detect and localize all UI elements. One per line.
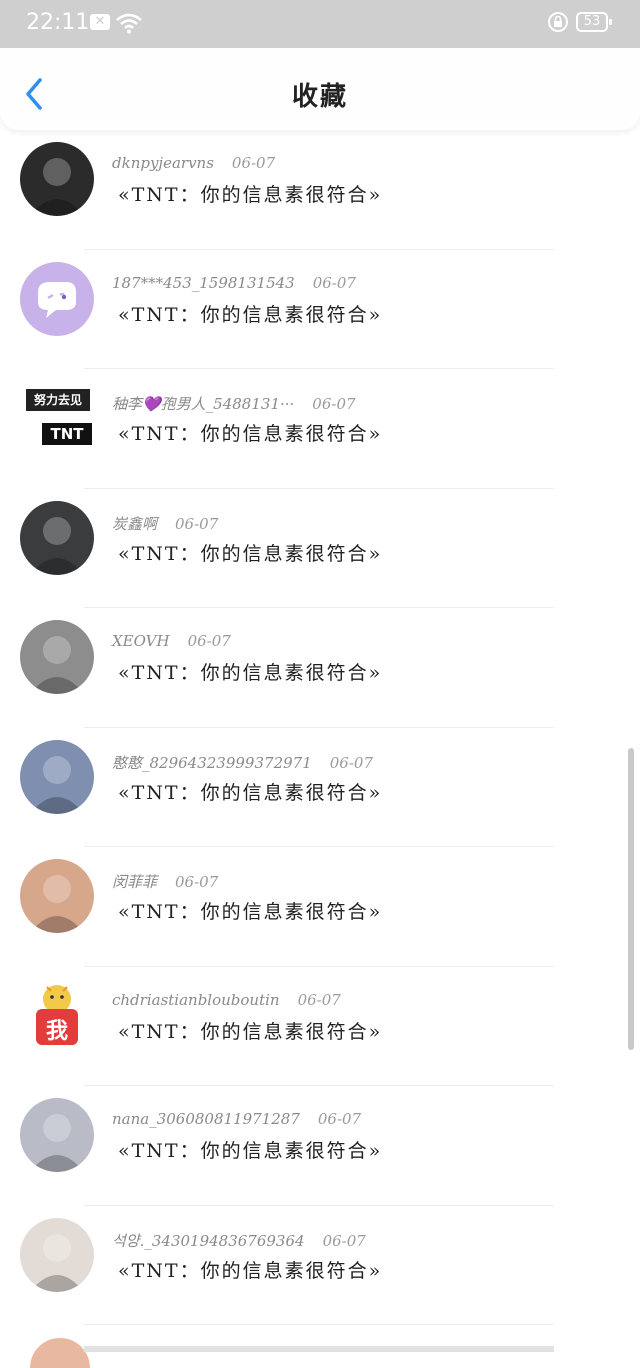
list-item-meta: 秞李💜孢男人_5488131··· 06-07: [112, 393, 356, 414]
list-item[interactable]: 炭鑫啊 06-07 «TNT：你的信息素很符合»: [0, 489, 640, 608]
favorite-content[interactable]: «TNT：你的信息素很符合»: [118, 419, 382, 446]
avatar[interactable]: [20, 739, 94, 814]
list-item-meta: nana_306080811971287 06-07: [112, 1110, 361, 1128]
avatar[interactable]: 努力去见 TNT: [20, 381, 94, 455]
list-item-meta: chdriastianblouboutin 06-07: [112, 991, 341, 1009]
avatar[interactable]: [20, 620, 94, 694]
timestamp: 06-07: [317, 1110, 362, 1128]
wifi-icon: [116, 12, 142, 38]
list-item-meta: 석양._3430194836769364 06-07: [112, 1230, 366, 1251]
list-item[interactable]: 我 chdriastianblouboutin 06-07 «TNT：你的信息素很符合…: [0, 967, 640, 1086]
username[interactable]: chdriastianblouboutin: [112, 991, 280, 1009]
list-item[interactable]: 187***453_1598131543 06-07 «TNT：你的信息素很符合»: [0, 250, 640, 369]
status-bar: 22:11 ✕ 53: [0, 0, 640, 48]
favorite-content[interactable]: «TNT：你的信息素很符合»: [118, 1256, 382, 1283]
avatar[interactable]: [20, 1098, 94, 1172]
timestamp: 06-07: [231, 154, 276, 172]
favorite-content[interactable]: «TNT：你的信息素很符合»: [118, 1017, 382, 1044]
avatar-text: 我: [45, 1018, 68, 1044]
list-item[interactable]: 努力去见 TNT 秞李💜孢男人_5488131··· 06-07 «TNT：你的信息素很…: [0, 369, 640, 489]
battery-indicator: 53: [576, 12, 612, 32]
list-item-meta: XEOVH 06-07: [112, 632, 231, 650]
avatar-text: TNT: [42, 423, 92, 445]
username[interactable]: 석양._3430194836769364: [112, 1232, 305, 1250]
avatar[interactable]: [20, 500, 94, 575]
list-item[interactable]: 闵菲菲 06-07 «TNT：你的信息素很符合»: [0, 847, 640, 967]
page-title: 收藏: [291, 82, 348, 112]
list-item[interactable]: dknpyjearvns 06-07 «TNT：你的信息素很符合»: [0, 130, 640, 250]
scrollbar[interactable]: [628, 748, 634, 1050]
notification-icon: ✕: [90, 14, 110, 30]
username[interactable]: dknpyjearvns: [112, 154, 214, 172]
lock-icon: [548, 12, 568, 36]
username[interactable]: XEOVH: [112, 632, 170, 650]
avatar-text: 努力去见: [26, 389, 90, 411]
avatar: [30, 1338, 90, 1368]
list-item-partial: [84, 1346, 554, 1352]
username[interactable]: 秞李💜孢男人_5488131···: [112, 395, 294, 413]
nav-bar: 收藏: [0, 48, 640, 130]
favorite-content[interactable]: «TNT：你的信息素很符合»: [118, 1136, 382, 1163]
timestamp: 06-07: [175, 514, 219, 533]
list-item-meta: 憨憨_82964323999372971 06-07: [112, 752, 373, 773]
timestamp: 06-07: [297, 990, 341, 1009]
list-item-meta: 187***453_1598131543 06-07: [112, 274, 356, 292]
username[interactable]: 憨憨_82964323999372971: [112, 754, 312, 772]
favorites-list: dknpyjearvns 06-07 «TNT：你的信息素很符合» 187***453…: [0, 130, 640, 1325]
timestamp: 06-07: [322, 1231, 366, 1250]
list-item[interactable]: nana_306080811971287 06-07 «TNT：你的信息素很符合»: [0, 1086, 640, 1206]
username[interactable]: 187***453_1598131543: [112, 274, 295, 292]
avatar[interactable]: [20, 142, 94, 216]
list-item[interactable]: 憨憨_82964323999372971 06-07 «TNT：你的信息素很符合»: [0, 728, 640, 847]
timestamp: 06-07: [175, 873, 219, 891]
favorite-content[interactable]: «TNT：你的信息素很符合»: [118, 539, 382, 566]
list-item-meta: 闵菲菲 06-07: [112, 871, 218, 892]
timestamp: 06-07: [329, 753, 373, 772]
avatar[interactable]: 我: [20, 978, 94, 1053]
list-item-meta: 炭鑫啊 06-07: [112, 513, 218, 534]
list-item[interactable]: 석양._3430194836769364 06-07 «TNT：你的信息素很符合»: [0, 1206, 640, 1325]
list-item[interactable]: XEOVH 06-07 «TNT：你的信息素很符合»: [0, 608, 640, 728]
avatar[interactable]: [20, 1217, 94, 1292]
timestamp: 06-07: [312, 395, 356, 413]
username[interactable]: 炭鑫啊: [112, 515, 157, 533]
list-item-meta: dknpyjearvns 06-07: [112, 154, 275, 172]
username[interactable]: 闵菲菲: [112, 873, 157, 891]
favorite-content[interactable]: «TNT：你的信息素很符合»: [118, 658, 382, 685]
username[interactable]: nana_306080811971287: [112, 1110, 300, 1128]
favorite-content[interactable]: «TNT：你的信息素很符合»: [118, 778, 382, 805]
timestamp: 06-07: [187, 632, 231, 650]
favorite-content[interactable]: «TNT：你的信息素很符合»: [118, 897, 382, 924]
avatar[interactable]: [20, 859, 94, 933]
timestamp: 06-07: [312, 273, 356, 292]
favorite-content[interactable]: «TNT：你的信息素很符合»: [118, 300, 382, 327]
status-time: 22:11: [26, 10, 90, 35]
divider: [84, 1324, 554, 1325]
avatar[interactable]: [20, 261, 94, 336]
favorite-content[interactable]: «TNT：你的信息素很符合»: [118, 180, 382, 207]
